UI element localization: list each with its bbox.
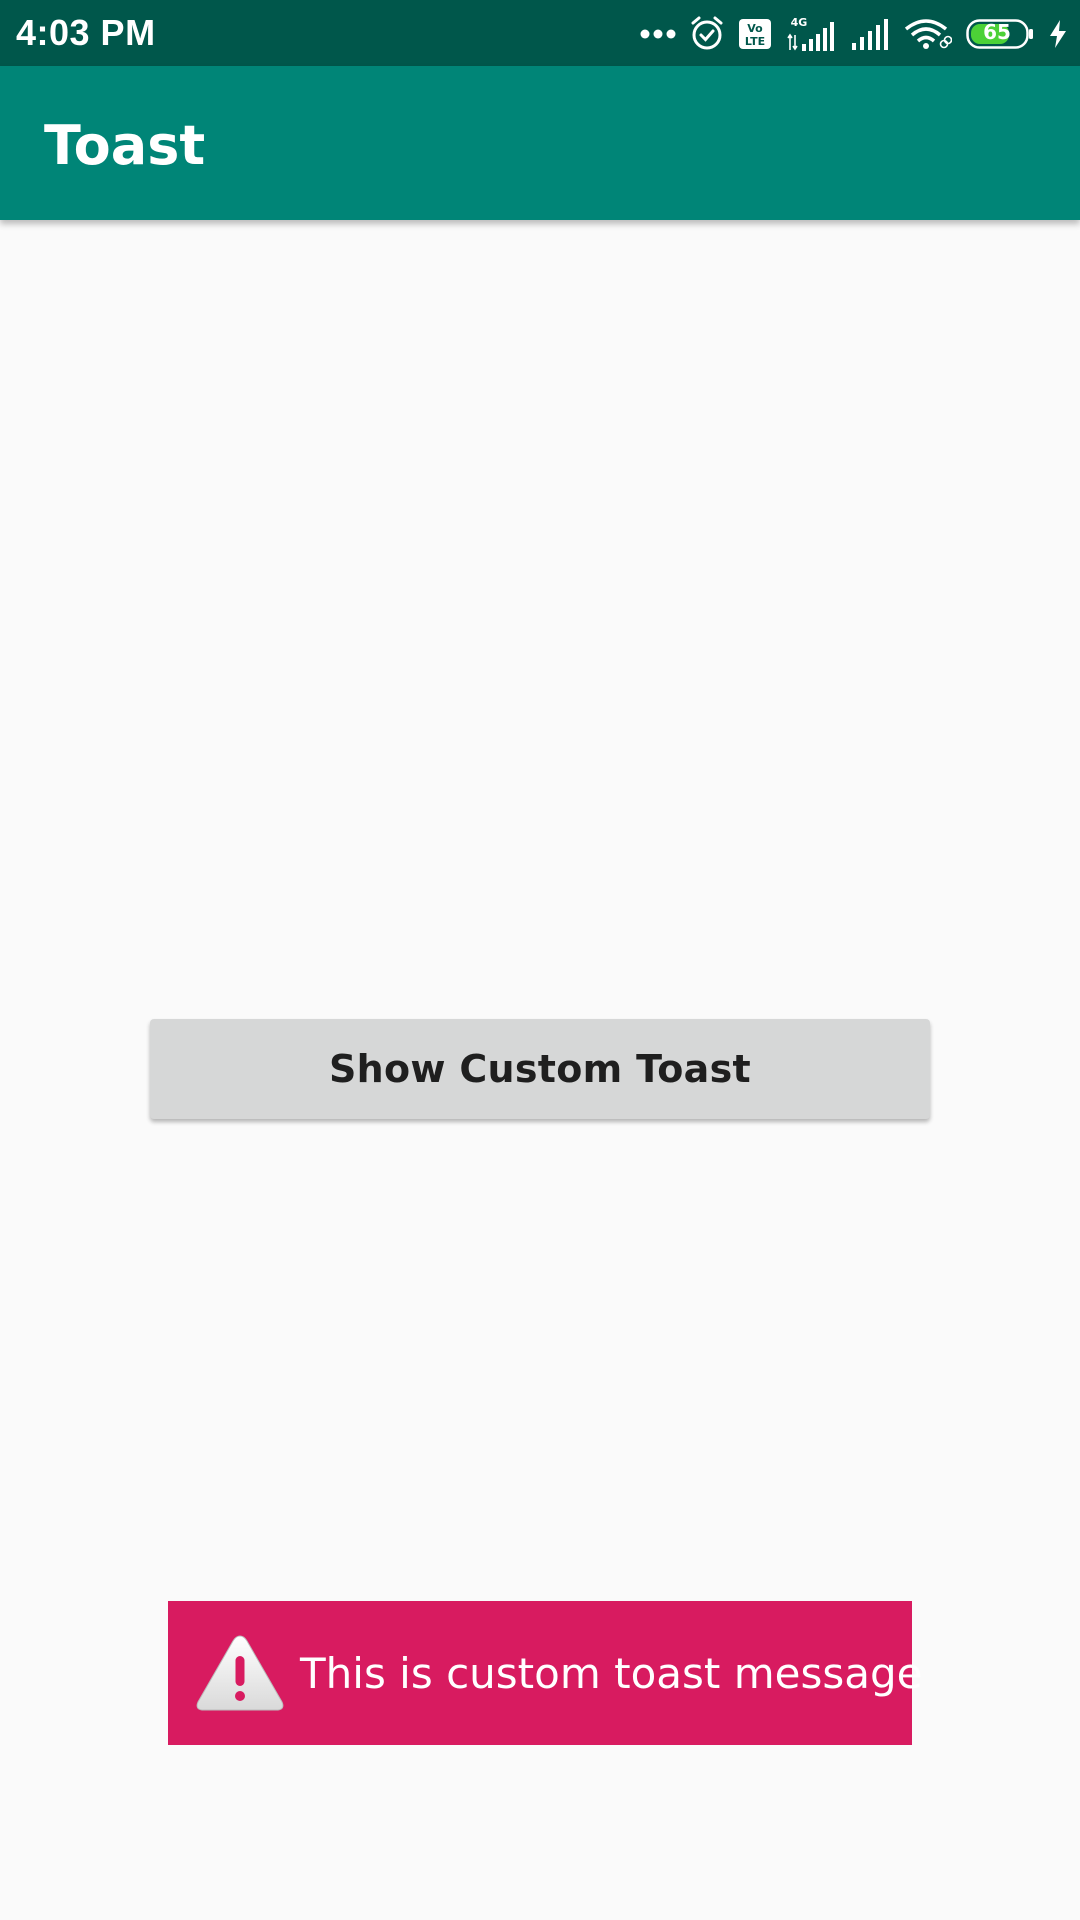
status-time: 4:03 PM	[16, 12, 156, 53]
warning-icon	[194, 1632, 286, 1714]
toast-message: This is custom toast message	[300, 1648, 923, 1698]
more-dots-icon	[640, 28, 676, 40]
app-bar: Toast	[0, 66, 1080, 220]
status-bar: 4:03 PM Vo LTE 4G 65	[0, 0, 1080, 66]
volte-icon: Vo LTE	[738, 18, 772, 50]
signal-icon	[850, 17, 890, 51]
charging-icon	[1048, 19, 1068, 49]
wifi-icon	[904, 17, 952, 51]
custom-toast: This is custom toast message	[168, 1601, 922, 1745]
svg-text:4G: 4G	[791, 16, 808, 29]
app-title: Toast	[44, 114, 206, 177]
status-icons: Vo LTE 4G 65	[640, 12, 1068, 56]
alarm-icon	[690, 16, 724, 52]
battery-level: 65	[983, 20, 1011, 44]
svg-text:Vo: Vo	[747, 22, 763, 35]
show-custom-toast-button[interactable]: Show Custom Toast	[150, 1019, 930, 1119]
signal-4g-icon: 4G	[786, 16, 836, 52]
svg-text:LTE: LTE	[745, 35, 765, 48]
battery-icon: 65	[966, 19, 1034, 49]
